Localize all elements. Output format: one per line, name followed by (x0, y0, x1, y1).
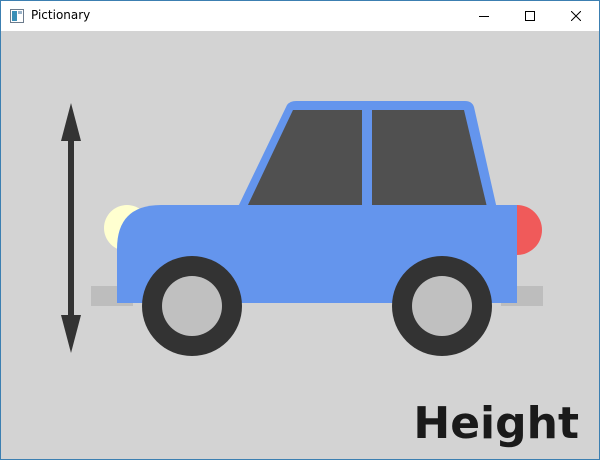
window-title: Pictionary (31, 8, 91, 22)
vertical-double-arrow-icon (61, 103, 81, 353)
car-scene (61, 101, 543, 356)
front-wheel (142, 256, 242, 356)
word-caption: Height (413, 398, 579, 449)
app-window-icon (10, 9, 24, 23)
minimize-button[interactable] (461, 1, 507, 31)
drawing-canvas: Height (1, 31, 599, 459)
rear-wheel (392, 256, 492, 356)
minimize-icon (479, 16, 489, 17)
maximize-icon (525, 11, 535, 21)
close-button[interactable] (553, 1, 599, 31)
app-window: Pictionary Height (0, 0, 600, 460)
maximize-button[interactable] (507, 1, 553, 31)
title-bar[interactable]: Pictionary (1, 1, 599, 31)
close-icon (571, 11, 581, 21)
